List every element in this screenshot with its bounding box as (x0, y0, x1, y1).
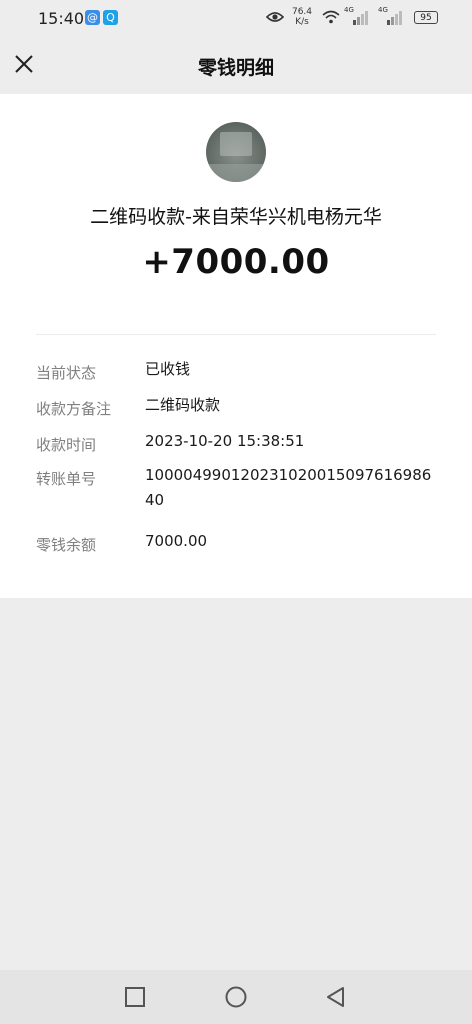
avatar-image-ground (206, 164, 266, 182)
cellular-signal-2: 4G (378, 6, 404, 26)
detail-value: 7000.00 (145, 532, 208, 550)
wifi-icon (322, 10, 340, 24)
status-bar: 15:40 @ Q 76.4 K/s 4G 4G 95 (0, 0, 472, 36)
detail-label: 零钱余额 (36, 536, 97, 554)
cellular-signal-1: 4G (344, 6, 370, 26)
wallet-detail-screen: 15:40 @ Q 76.4 K/s 4G 4G 95 零钱明细 二维码收款-来… (0, 0, 472, 1024)
notification-app-icon: @ (85, 10, 100, 25)
network-speed-unit: K/s (295, 17, 309, 27)
top-bar: 零钱明细 (0, 36, 472, 94)
avatar-image-detail (220, 132, 252, 156)
avatar[interactable] (206, 122, 266, 182)
detail-label: 转账单号 (36, 470, 97, 488)
status-time: 15:40 (38, 9, 85, 28)
back-button[interactable] (323, 984, 349, 1010)
square-icon (125, 987, 145, 1007)
triangle-back-icon (327, 987, 344, 1007)
home-button[interactable] (223, 984, 249, 1010)
battery-indicator: 95 (414, 11, 438, 24)
detail-label: 当前状态 (36, 364, 97, 382)
detail-value: 已收钱 (145, 360, 191, 378)
eye-icon (266, 12, 284, 22)
transaction-title: 二维码收款-来自荣华兴机电杨元华 (90, 206, 382, 228)
transaction-amount: +7000.00 (142, 242, 330, 282)
divider (36, 334, 436, 335)
system-navigation-bar (0, 970, 472, 1024)
signal-bars-icon (387, 11, 402, 25)
network-speed-value: 76.4 (291, 7, 313, 17)
detail-value: 二维码收款 (145, 396, 221, 414)
detail-label: 收款时间 (36, 436, 97, 454)
signal-bars-icon (353, 11, 368, 25)
detail-value: 2023-10-20 15:38:51 (145, 432, 305, 450)
recent-apps-button[interactable] (122, 984, 148, 1010)
detail-value[interactable]: 10000499012023102001509761698640 (145, 463, 440, 513)
circle-icon (225, 986, 247, 1008)
page-title: 零钱明细 (197, 57, 274, 79)
network-speed: 76.4 K/s (288, 7, 316, 27)
detail-label: 收款方备注 (36, 400, 112, 418)
transaction-card: 二维码收款-来自荣华兴机电杨元华 +7000.00 当前状态 已收钱 收款方备注… (0, 94, 472, 598)
notification-search-app-icon: Q (103, 10, 118, 25)
